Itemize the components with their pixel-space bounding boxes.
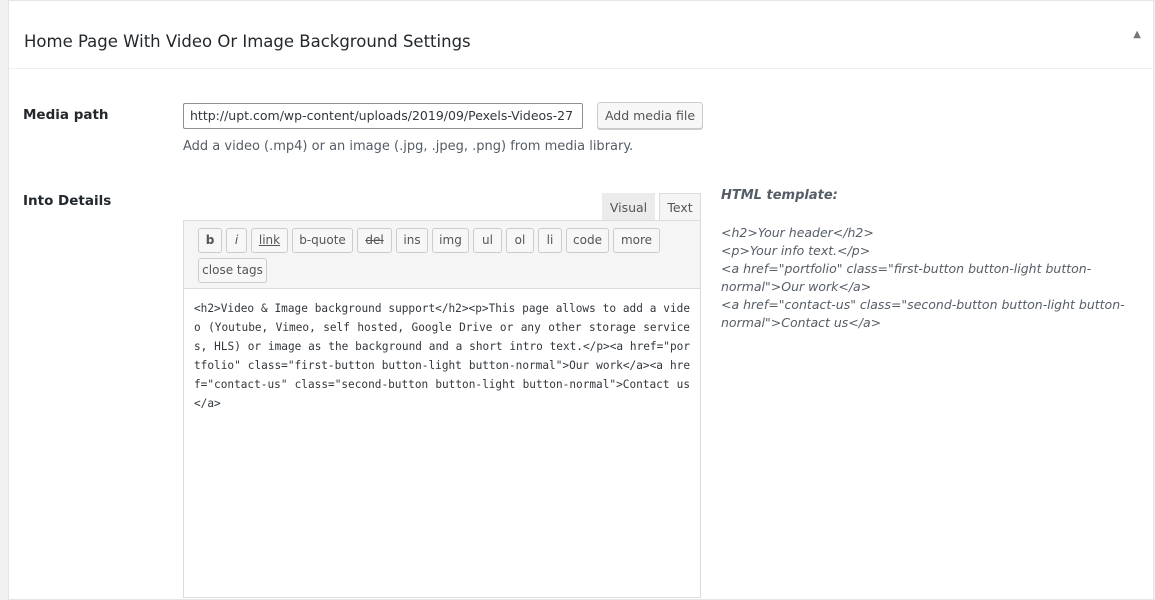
quicktag-img-button[interactable]: img [432, 228, 469, 253]
add-media-file-button[interactable]: Add media file [597, 102, 703, 129]
media-path-label: Media path [23, 107, 109, 123]
quicktag-bold-button[interactable]: b [198, 228, 222, 253]
metabox-title: Home Page With Video Or Image Background… [24, 32, 471, 51]
html-template-line: <a href="portfolio" class="first-button … [721, 261, 1092, 276]
tab-visual[interactable]: Visual [602, 193, 655, 221]
quicktag-italic-button[interactable]: i [226, 228, 247, 253]
html-template-line: <a href="contact-us" class="second-butto… [721, 297, 1125, 312]
html-template-line: normal">Contact us</a> [721, 315, 882, 330]
details-textarea[interactable]: <h2>Video & Image background support</h2… [183, 288, 701, 598]
quicktag-code-button[interactable]: code [566, 228, 609, 253]
metabox-header[interactable]: Home Page With Video Or Image Background… [9, 1, 1153, 69]
html-template-line: <h2>Your header</h2> [721, 225, 874, 240]
into-details-label: Into Details [23, 193, 112, 209]
quicktag-link-button[interactable]: link [251, 228, 288, 253]
quicktag-close-tags-button[interactable]: close tags [198, 258, 267, 283]
quicktag-li-button[interactable]: li [538, 228, 562, 253]
media-path-input[interactable]: http://upt.com/wp-content/uploads/2019/0… [183, 103, 583, 129]
quicktag-more-button[interactable]: more [613, 228, 660, 253]
quicktag-ul-button[interactable]: ul [473, 228, 502, 253]
html-template-heading: HTML template: [721, 188, 838, 203]
tab-text[interactable]: Text [659, 193, 701, 221]
html-template-line: normal">Our work</a> [721, 279, 872, 294]
media-path-description: Add a video (.mp4) or an image (.jpg, .j… [183, 139, 634, 154]
quicktag-ol-button[interactable]: ol [506, 228, 534, 253]
quicktag-del-button[interactable]: del [357, 228, 392, 253]
html-template-line: <p>Your info text.</p> [721, 243, 871, 258]
triangle-up-icon[interactable]: ▲ [1133, 29, 1141, 40]
quicktag-ins-button[interactable]: ins [396, 228, 428, 253]
quicktag-bquote-button[interactable]: b-quote [292, 228, 353, 253]
